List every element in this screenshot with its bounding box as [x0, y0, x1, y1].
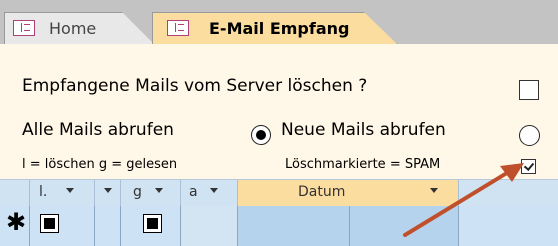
column-header-datum-label: Datum: [298, 184, 346, 200]
delete-from-server-label: Empfangene Mails vom Server löschen ?: [22, 76, 368, 96]
form-icon: [167, 20, 189, 36]
cell-a[interactable]: [181, 206, 238, 246]
cell-datum-time[interactable]: [350, 206, 459, 246]
new-record-row: ✱: [0, 206, 558, 246]
new-mails-label: Neue Mails abrufen: [281, 120, 446, 140]
column-header-datum[interactable]: Datum: [238, 180, 459, 206]
legend-text: l = löschen g = gelesen: [22, 157, 178, 172]
cell-g[interactable]: [121, 206, 181, 246]
new-record-marker: ✱: [6, 208, 27, 236]
chevron-down-icon[interactable]: [155, 188, 163, 193]
row-selector-header: [0, 180, 30, 206]
row-selector[interactable]: ✱: [0, 206, 30, 246]
all-mails-label: Alle Mails abrufen: [22, 120, 174, 140]
form-icon: [13, 20, 35, 36]
email-form: Empfangene Mails vom Server löschen ? Al…: [0, 44, 558, 179]
spam-checkbox[interactable]: [521, 159, 536, 174]
cell-blank[interactable]: [95, 206, 121, 246]
tab-home-label: Home: [49, 19, 97, 38]
datasheet-header: l. g a Datum: [0, 179, 558, 206]
delete-from-server-checkbox[interactable]: [519, 80, 539, 100]
cell-next[interactable]: [459, 206, 558, 246]
cell-l[interactable]: [30, 206, 95, 246]
column-header-blank[interactable]: [95, 180, 121, 206]
tab-email-empfang[interactable]: E-Mail Empfang: [152, 12, 397, 44]
cell-l-checkbox[interactable]: [40, 214, 59, 233]
tab-email-label: E-Mail Empfang: [209, 19, 350, 38]
column-header-l-label: l.: [39, 184, 48, 200]
cell-datum[interactable]: [238, 206, 350, 246]
spam-label: Löschmarkierte = SPAM: [285, 157, 441, 172]
column-header-g-label: g: [133, 184, 142, 200]
column-header-l[interactable]: l.: [30, 180, 95, 206]
cell-g-checkbox[interactable]: [143, 214, 162, 233]
chevron-down-icon[interactable]: [210, 188, 218, 193]
chevron-down-icon[interactable]: [104, 188, 112, 193]
column-header-a-label: a: [189, 184, 198, 200]
all-mails-radio[interactable]: [251, 125, 271, 145]
column-header-a[interactable]: a: [181, 180, 238, 206]
tab-strip: Home E-Mail Empfang: [0, 0, 558, 44]
tab-home[interactable]: Home: [4, 12, 154, 44]
new-mails-radio[interactable]: [519, 125, 540, 146]
chevron-down-icon[interactable]: [430, 188, 438, 193]
chevron-down-icon[interactable]: [66, 188, 74, 193]
column-header-g[interactable]: g: [121, 180, 181, 206]
